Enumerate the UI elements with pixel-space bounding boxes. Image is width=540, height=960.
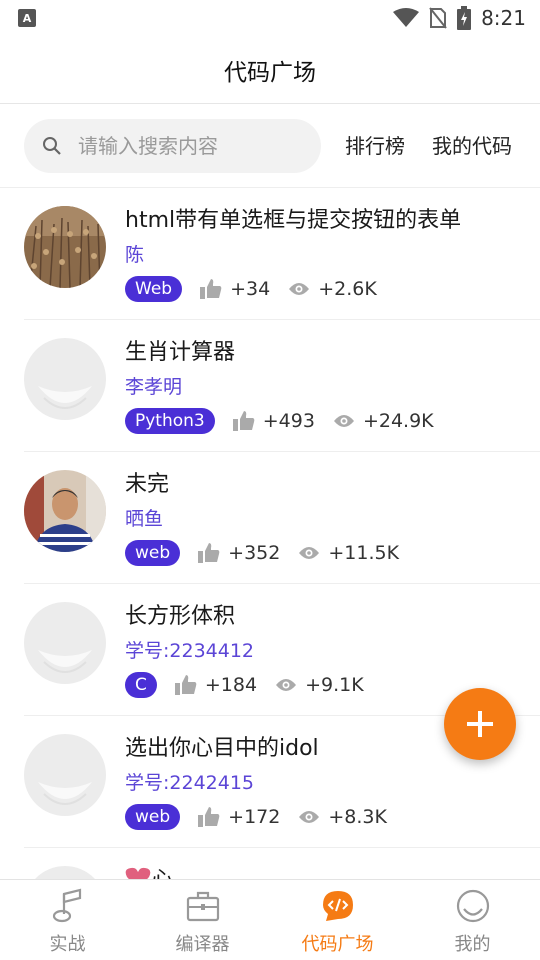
likes-count: +184 [204, 674, 258, 696]
bottom-nav: 实战 编译器 代码广场 我的 [0, 879, 540, 960]
eye-icon [299, 547, 320, 559]
item-title: 选出你心目中的idol [125, 736, 319, 761]
eye-icon [299, 811, 320, 823]
thumbs-up-icon [198, 543, 220, 563]
likes-count: +34 [230, 278, 271, 300]
nav-item-practice[interactable]: 实战 [0, 880, 135, 960]
language-tag: web [125, 804, 181, 830]
no-sim-icon [429, 7, 447, 29]
likes-stat: +184 [174, 674, 258, 696]
ranking-link[interactable]: 排行榜 [345, 130, 405, 159]
avatar [24, 338, 106, 420]
page-title: 代码广场 [224, 59, 316, 86]
battery-icon [457, 6, 472, 30]
language-tag: C [125, 672, 157, 698]
views-stat: +2.6K [288, 278, 377, 300]
views-count: +9.1K [305, 674, 364, 696]
nav-label: 代码广场 [301, 934, 374, 955]
views-stat: +11.5K [298, 542, 399, 564]
avatar [24, 206, 106, 288]
views-stat: +24.9K [333, 410, 434, 432]
avatar [24, 734, 106, 816]
avatar [24, 866, 106, 880]
item-title: html带有单选框与提交按钮的表单 [125, 208, 462, 233]
list-item[interactable]: html带有单选框与提交按钮的表单 陈 Web +34 +2.6K [0, 188, 540, 320]
briefcase-icon [186, 891, 219, 922]
item-author[interactable]: 李孝明 [125, 372, 182, 399]
thumbs-up-icon [198, 807, 220, 827]
nav-label: 我的 [454, 934, 491, 955]
language-tag: Web [125, 276, 183, 302]
code-bubble-icon [322, 891, 353, 921]
item-author[interactable]: 晒鱼 [125, 504, 163, 531]
views-count: +8.3K [328, 806, 387, 828]
nav-label: 编译器 [175, 934, 230, 955]
eye-icon [333, 415, 354, 427]
likes-count: +352 [228, 542, 281, 564]
plus-icon [467, 711, 493, 737]
views-stat: +8.3K [298, 806, 387, 828]
wifi-icon [393, 8, 420, 27]
item-title: 长方形体积 [125, 604, 236, 629]
avatar [24, 602, 106, 684]
notification-icon: A [18, 9, 36, 27]
nav-item-compiler[interactable]: 编译器 [135, 880, 270, 960]
search-row: 排行榜 我的代码 [0, 104, 540, 188]
avatar [24, 470, 106, 552]
item-title: 生肖计算器 [125, 340, 236, 365]
views-count: +11.5K [328, 542, 400, 564]
item-title: 心 [151, 862, 173, 880]
likes-stat: +172 [198, 806, 280, 828]
list-item[interactable]: 生肖计算器 李孝明 Python3 +493 +24.9K [0, 320, 540, 452]
add-code-button[interactable] [444, 688, 516, 760]
nav-item-mine[interactable]: 我的 [405, 880, 540, 960]
search-box[interactable] [24, 119, 321, 173]
item-author[interactable]: 学号:2242415 [125, 768, 254, 795]
likes-count: +493 [262, 410, 315, 432]
eye-icon [289, 283, 310, 295]
likes-stat: +493 [232, 410, 315, 432]
views-count: +2.6K [318, 278, 377, 300]
item-author[interactable]: 学号:2234412 [125, 636, 254, 663]
my-code-link[interactable]: 我的代码 [432, 130, 512, 159]
language-tag: Python3 [125, 408, 215, 434]
item-title: 未完 [125, 472, 170, 497]
thumbs-up-icon [200, 279, 222, 299]
views-count: +24.9K [362, 410, 434, 432]
search-icon [43, 137, 61, 155]
views-stat: +9.1K [275, 674, 364, 696]
likes-stat: +34 [200, 278, 270, 300]
status-bar: A 8:21 [0, 0, 540, 36]
profile-circle-icon [456, 889, 489, 923]
clock: 8:21 [481, 6, 526, 30]
list-item-partial[interactable]: 心 [0, 848, 540, 880]
music-note-icon [52, 888, 81, 923]
title-bar: 代码广场 [0, 36, 540, 104]
nav-item-code-square[interactable]: 代码广场 [270, 880, 405, 960]
nav-label: 实战 [49, 934, 86, 955]
thumbs-up-icon [174, 675, 197, 695]
item-author[interactable]: 陈 [125, 240, 144, 267]
likes-count: +172 [228, 806, 281, 828]
list-item[interactable]: 未完 晒鱼 web +352 +11.5K [0, 452, 540, 584]
search-input[interactable] [76, 133, 300, 159]
eye-icon [276, 679, 297, 691]
likes-stat: +352 [198, 542, 280, 564]
thumbs-up-icon [232, 411, 255, 431]
language-tag: web [125, 540, 181, 566]
